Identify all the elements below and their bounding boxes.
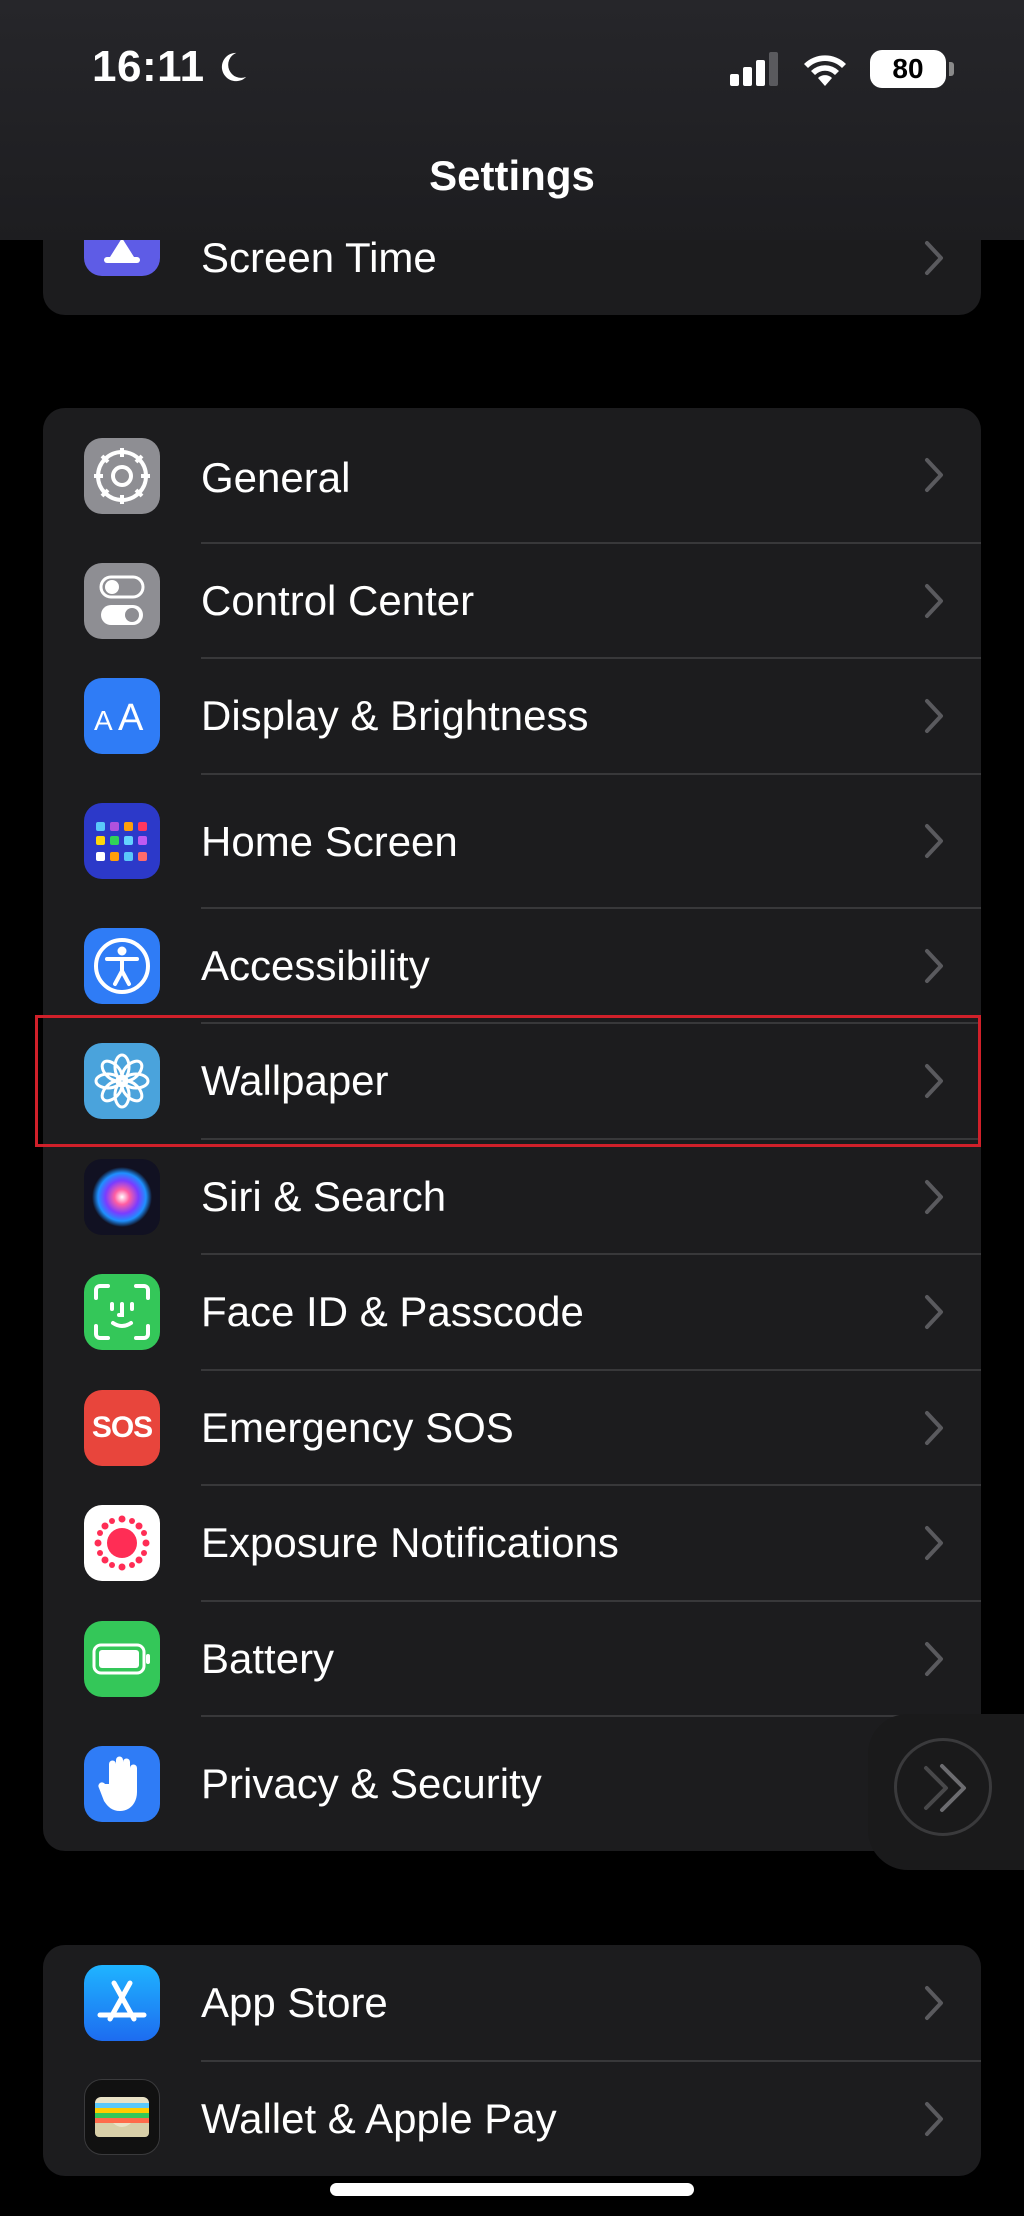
home-indicator[interactable]	[330, 2183, 694, 2196]
chevron-right-icon	[925, 1064, 943, 1098]
chevron-right-icon	[925, 1986, 943, 2020]
gear-icon	[84, 438, 160, 514]
row-label: Battery	[201, 1635, 335, 1682]
battery-level-text: 80	[870, 50, 946, 88]
assistive-touch-button[interactable]	[868, 1714, 1024, 1870]
flower-icon	[84, 1043, 160, 1119]
settings-row-control-center[interactable]: Control Center	[43, 543, 981, 659]
chevron-right-icon	[925, 1411, 943, 1445]
settings-row-home-screen[interactable]: Home Screen	[43, 774, 981, 909]
wifi-icon	[804, 55, 846, 86]
app-grid-icon	[84, 803, 160, 879]
settings-group-store: App Store Wallet & Apple Pay	[43, 1945, 981, 2176]
status-bar: 16:11 80 Settings	[0, 0, 1024, 240]
exposure-notifications-icon	[84, 1505, 160, 1581]
text-size-icon: A A	[84, 678, 160, 754]
row-label: Screen Time	[201, 234, 437, 281]
chevron-right-icon	[925, 1642, 943, 1676]
double-chevron-right-icon	[924, 1764, 966, 1812]
row-label: Exposure Notifications	[201, 1519, 619, 1566]
row-label: Privacy & Security	[201, 1760, 542, 1807]
wallet-icon	[84, 2079, 160, 2155]
chevron-right-icon	[925, 1526, 943, 1560]
settings-group-main: General Control Center A A Display & Bri…	[43, 408, 981, 1851]
chevron-right-icon	[925, 1295, 943, 1329]
row-label: Accessibility	[201, 942, 430, 989]
svg-text:A: A	[118, 697, 144, 736]
settings-row-display-brightness[interactable]: A A Display & Brightness	[43, 658, 981, 775]
row-label: App Store	[201, 1979, 388, 2026]
battery-icon	[84, 1621, 160, 1697]
cellular-signal-icon	[730, 52, 778, 86]
row-label: Display & Brightness	[201, 692, 589, 739]
toggle-switches-icon	[84, 563, 160, 639]
settings-row-accessibility[interactable]: Accessibility	[43, 908, 981, 1024]
chevron-right-icon	[925, 949, 943, 983]
battery-indicator: 80	[870, 50, 954, 88]
settings-row-face-id-passcode[interactable]: Face ID & Passcode	[43, 1254, 981, 1371]
row-label: Siri & Search	[201, 1173, 447, 1220]
accessibility-person-icon	[84, 928, 160, 1004]
status-icons: 80	[730, 50, 954, 88]
chevron-right-icon	[925, 699, 943, 733]
row-label: Emergency SOS	[201, 1404, 514, 1451]
row-label: General	[201, 454, 351, 501]
chevron-right-icon	[925, 458, 943, 492]
row-label: Face ID & Passcode	[201, 1288, 584, 1335]
chevron-right-icon	[925, 1180, 943, 1214]
settings-row-app-store[interactable]: App Store	[43, 1945, 981, 2062]
time-text: 16:11	[92, 42, 205, 91]
settings-row-general[interactable]: General	[43, 408, 981, 544]
sos-icon: SOS	[84, 1390, 160, 1466]
settings-row-exposure-notifications[interactable]: Exposure Notifications	[43, 1485, 981, 1602]
moon-icon	[221, 52, 246, 82]
row-label: Home Screen	[201, 818, 458, 865]
settings-row-battery[interactable]: Battery	[43, 1601, 981, 1717]
chevron-right-icon	[925, 241, 943, 275]
chevron-right-icon	[925, 584, 943, 618]
chevron-right-icon	[925, 2102, 943, 2136]
battery-cap	[949, 62, 954, 76]
row-label: Wallpaper	[201, 1057, 389, 1104]
chevron-right-icon	[925, 824, 943, 858]
settings-row-privacy-security[interactable]: Privacy & Security	[43, 1716, 981, 1851]
svg-text:A: A	[94, 705, 113, 736]
settings-row-emergency-sos[interactable]: SOS Emergency SOS	[43, 1370, 981, 1486]
hand-icon	[84, 1746, 160, 1822]
page-title: Settings	[429, 152, 595, 199]
row-label: Wallet & Apple Pay	[201, 2095, 557, 2142]
status-time: 16:11	[92, 42, 249, 92]
settings-row-wallet-apple-pay[interactable]: Wallet & Apple Pay	[43, 2061, 981, 2176]
sos-icon-text: SOS	[91, 1411, 153, 1444]
face-id-icon	[84, 1274, 160, 1350]
app-store-icon	[84, 1965, 160, 2041]
settings-row-wallpaper[interactable]: Wallpaper	[43, 1023, 981, 1140]
row-label: Control Center	[201, 577, 475, 624]
siri-icon	[84, 1159, 160, 1235]
settings-row-siri-search[interactable]: Siri & Search	[43, 1139, 981, 1255]
